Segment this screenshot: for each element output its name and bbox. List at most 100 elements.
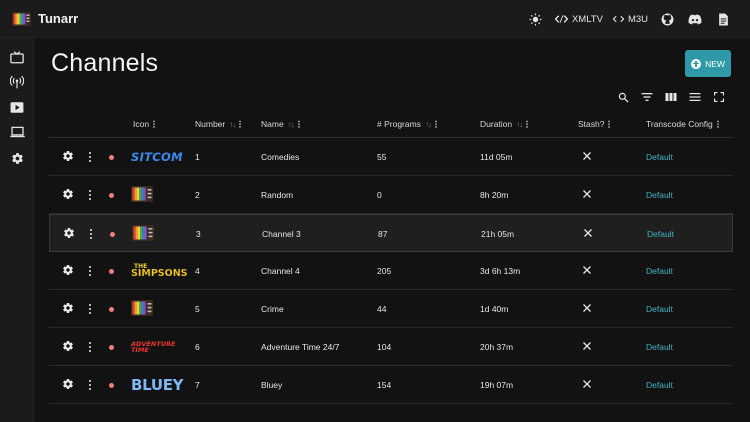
gear-icon (62, 302, 74, 316)
sidebar-item-settings[interactable] (6, 147, 28, 169)
row-menu-button[interactable] (87, 252, 93, 290)
transcode-config-link[interactable]: Default (646, 366, 673, 404)
m3u-label: M3U (627, 13, 648, 25)
column-menu-icon[interactable] (526, 120, 529, 128)
theme-brightness-icon[interactable] (527, 10, 545, 28)
transcode-config-link[interactable]: Default (646, 138, 673, 176)
search-icon[interactable] (616, 89, 630, 105)
transcode-config-link[interactable]: Default (646, 328, 673, 366)
channel-number: 4 (195, 266, 200, 276)
adventure-time-logo: ADVENTURE TIME (131, 339, 176, 354)
channel-settings-button[interactable] (62, 176, 74, 214)
discord-icon[interactable] (686, 10, 704, 28)
sidebar-item-library[interactable] (6, 96, 28, 118)
docs-icon[interactable] (714, 10, 732, 28)
status-dot (109, 366, 115, 404)
sort-icon[interactable]: ↑↓ (288, 120, 295, 129)
table-row[interactable]: BLUEY 7 Bluey 154 19h 07m Default (49, 366, 733, 404)
sort-icon[interactable]: ↑↓ (229, 120, 236, 129)
channel-name: Channel 3 (262, 229, 301, 239)
sidebar-item-channels[interactable] (6, 46, 28, 68)
close-icon (582, 341, 592, 353)
channel-name: Comedies (261, 152, 300, 162)
row-menu-button[interactable] (87, 176, 93, 214)
row-menu-button[interactable] (88, 215, 94, 253)
column-menu-icon[interactable] (716, 120, 719, 128)
table-row[interactable]: 3 Channel 3 87 21h 05m Default (49, 214, 733, 252)
gear-icon (62, 340, 74, 354)
more-vert-icon (89, 228, 93, 240)
channel-settings-button[interactable] (62, 328, 74, 366)
channel-settings-button[interactable] (63, 215, 75, 253)
row-menu-button[interactable] (87, 366, 93, 404)
xmltv-link[interactable]: XMLTV (554, 10, 603, 28)
column-menu-icon[interactable] (297, 120, 300, 128)
table-row[interactable]: 2 Random 0 8h 20m Default (49, 176, 733, 214)
channel-settings-button[interactable] (62, 252, 74, 290)
row-menu-button[interactable] (87, 328, 93, 366)
column-header-duration[interactable]: Duration ↑↓ (480, 119, 529, 129)
table-toolbar (616, 89, 726, 105)
columns-icon[interactable] (664, 89, 678, 105)
bluey-logo: BLUEY (131, 376, 184, 394)
tunarr-tv-logo (131, 186, 153, 204)
density-icon[interactable] (688, 89, 702, 105)
stash-status (583, 215, 593, 253)
column-label: Icon (133, 119, 150, 129)
channel-settings-button[interactable] (62, 138, 74, 176)
channel-icon (132, 215, 188, 253)
table-row[interactable]: ADVENTURE TIME 6 Adventure Time 24/7 104 20h… (49, 328, 733, 366)
transcode-config-link[interactable]: Default (647, 215, 674, 253)
column-label: Duration (480, 119, 513, 129)
column-menu-icon[interactable] (434, 120, 437, 128)
sort-icon[interactable]: ↑↓ (516, 120, 523, 129)
computer-icon (9, 126, 25, 138)
tunarr-tv-logo (132, 225, 154, 243)
filter-icon[interactable] (640, 89, 654, 105)
channel-duration: 1d 40m (480, 304, 509, 314)
channel-duration: 19h 07m (480, 380, 514, 390)
stash-status (582, 290, 592, 328)
channel-settings-button[interactable] (62, 290, 74, 328)
column-header-stash[interactable]: Stash? (578, 119, 611, 129)
more-vert-icon (88, 303, 92, 315)
close-icon (583, 228, 593, 240)
m3u-link[interactable]: M3U (612, 10, 648, 28)
column-header-number[interactable]: Number ↑↓ (195, 119, 242, 129)
column-header-name[interactable]: Name ↑↓ (261, 119, 300, 129)
column-header-icon[interactable]: Icon (133, 119, 156, 129)
channel-icon: THE SIMPSONS (131, 252, 188, 290)
sidebar-item-players[interactable] (6, 121, 28, 143)
transcode-config-link[interactable]: Default (646, 252, 673, 290)
channel-settings-button[interactable] (62, 366, 74, 404)
page-title: Channels (51, 49, 159, 77)
row-menu-button[interactable] (87, 290, 93, 328)
channel-icon (131, 290, 187, 328)
column-menu-icon[interactable] (153, 120, 156, 128)
column-label: # Programs (377, 119, 421, 129)
row-menu-button[interactable] (87, 138, 93, 176)
top-app-bar: Tunarr XMLTV M3U (0, 0, 750, 38)
close-icon (582, 265, 592, 277)
column-menu-icon[interactable] (608, 120, 611, 128)
sort-icon[interactable]: ↑↓ (425, 120, 432, 129)
add-circle-icon (691, 58, 702, 69)
app-title[interactable]: Tunarr (38, 11, 78, 26)
table-row[interactable]: 5 Crime 44 1d 40m Default (49, 290, 733, 328)
transcode-config-link[interactable]: Default (646, 290, 673, 328)
table-row[interactable]: THE SIMPSONS 4 Channel 4 205 3d 6h 13m Default (49, 252, 733, 290)
program-count: 55 (377, 152, 387, 162)
table-row[interactable]: SITCOM 1 Comedies 55 11d 05m Default (49, 138, 733, 176)
column-header-programs[interactable]: # Programs ↑↓ (377, 119, 437, 129)
new-channel-button[interactable]: NEW (685, 50, 731, 77)
sidebar-item-sources[interactable] (6, 71, 28, 93)
column-menu-icon[interactable] (239, 120, 242, 128)
tunarr-logo[interactable] (12, 12, 31, 26)
fullscreen-icon[interactable] (712, 89, 726, 105)
github-icon[interactable] (658, 10, 676, 28)
channel-name: Crime (261, 304, 284, 314)
tunarr-tv-logo (131, 300, 153, 318)
table-header: Icon Number ↑↓ Name ↑↓ # Programs ↑↓ Durati… (49, 110, 733, 138)
column-header-transcode[interactable]: Transcode Config (646, 119, 719, 129)
transcode-config-link[interactable]: Default (646, 176, 673, 214)
